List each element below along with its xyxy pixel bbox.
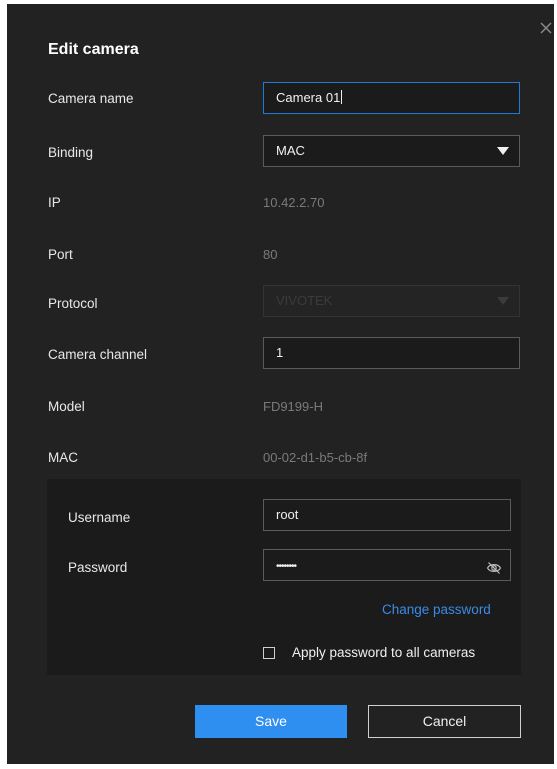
password-input[interactable]: •••••••• xyxy=(263,549,511,581)
change-password-link[interactable]: Change password xyxy=(382,602,491,617)
protocol-select: VIVOTEK xyxy=(263,285,520,317)
username-input[interactable]: root xyxy=(263,499,511,531)
port-label: Port xyxy=(48,247,73,262)
camera-channel-label: Camera channel xyxy=(48,347,148,362)
binding-select[interactable]: MAC xyxy=(263,135,520,167)
text-cursor xyxy=(341,90,343,104)
chevron-down-icon xyxy=(497,147,509,155)
camera-name-label: Camera name xyxy=(48,91,134,106)
apply-all-label: Apply password to all cameras xyxy=(292,645,476,660)
save-button[interactable]: Save xyxy=(195,705,347,738)
mac-label: MAC xyxy=(48,450,78,465)
password-label: Password xyxy=(68,560,128,575)
credentials-panel: Username root Password •••••••• Change p… xyxy=(47,479,521,675)
binding-label: Binding xyxy=(48,145,94,160)
dialog-title: Edit camera xyxy=(48,41,139,58)
eye-off-icon[interactable] xyxy=(486,557,502,574)
port-value: 80 xyxy=(263,247,278,262)
mac-value: 00-02-d1-b5-cb-8f xyxy=(263,450,368,465)
model-value: FD9199-H xyxy=(263,399,323,414)
camera-name-input[interactable]: Camera 01 xyxy=(263,82,520,114)
protocol-label: Protocol xyxy=(48,296,98,311)
ip-value: 10.42.2.70 xyxy=(263,195,325,210)
username-label: Username xyxy=(68,510,131,525)
chevron-down-icon xyxy=(497,297,509,305)
camera-channel-value: 1 xyxy=(276,345,284,360)
camera-channel-input[interactable]: 1 xyxy=(263,337,520,369)
password-value: •••••••• xyxy=(276,561,297,572)
apply-all-checkbox[interactable] xyxy=(263,647,275,659)
ip-label: IP xyxy=(48,195,61,210)
edit-camera-dialog: Edit camera Camera name Camera 01 Bindin… xyxy=(7,4,554,764)
username-value: root xyxy=(276,507,299,522)
protocol-value: VIVOTEK xyxy=(276,293,333,308)
model-label: Model xyxy=(48,399,85,414)
binding-value: MAC xyxy=(276,143,305,158)
camera-name-value: Camera 01 xyxy=(276,90,341,105)
cancel-button[interactable]: Cancel xyxy=(368,705,521,738)
close-icon[interactable] xyxy=(538,20,554,36)
